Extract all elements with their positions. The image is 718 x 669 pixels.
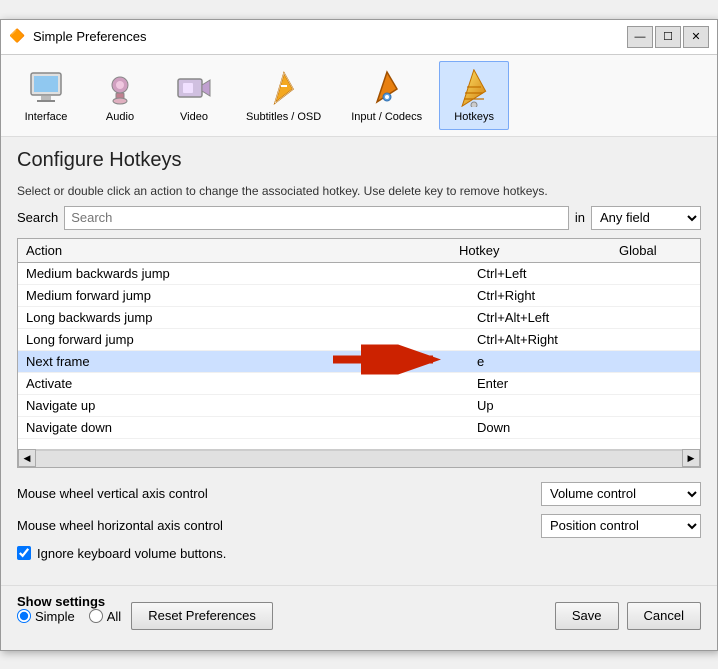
horizontal-control-row: Mouse wheel horizontal axis control Posi… — [17, 514, 701, 538]
title-bar-left: 🔶 Simple Preferences — [9, 28, 146, 46]
toolbar-video-label: Video — [180, 111, 208, 123]
hotkeys-table: Action Hotkey Global Medium backwards ju… — [17, 238, 701, 468]
all-radio-label[interactable]: All — [107, 609, 121, 624]
toolbar: Interface Audio Video — [1, 55, 717, 137]
checkbox-row: Ignore keyboard volume buttons. — [17, 546, 701, 561]
toolbar-subtitles-label: Subtitles / OSD — [246, 111, 321, 123]
title-bar: 🔶 Simple Preferences — ☐ ✕ — [1, 20, 717, 55]
toolbar-audio[interactable]: Audio — [85, 61, 155, 130]
audio-icon — [100, 68, 140, 108]
radio-all: All — [89, 609, 121, 624]
simple-radio[interactable] — [17, 609, 31, 623]
toolbar-interface-label: Interface — [25, 111, 68, 123]
minimize-button[interactable]: — — [627, 26, 653, 48]
horizontal-control-dropdown[interactable]: Position control Volume control No actio… — [541, 514, 701, 538]
video-icon — [174, 68, 214, 108]
search-in-label: in — [575, 210, 585, 225]
hscroll-track[interactable] — [36, 450, 682, 467]
row-hotkey: Ctrl+Left — [477, 266, 637, 281]
header-hotkey: Hotkey — [459, 243, 619, 258]
maximize-button[interactable]: ☐ — [655, 26, 681, 48]
close-button[interactable]: ✕ — [683, 26, 709, 48]
show-settings-section: Show settings Simple All — [17, 594, 121, 624]
cancel-button[interactable]: Cancel — [627, 602, 701, 630]
bottom-left: Show settings Simple All Reset Preferenc… — [17, 594, 273, 638]
search-row: Search in Any field Action Hotkey — [17, 206, 701, 230]
table-row[interactable]: Navigate down Down — [18, 417, 700, 439]
row-hotkey: Ctrl+Right — [477, 288, 637, 303]
table-body[interactable]: Medium backwards jump Ctrl+Left Medium f… — [18, 263, 700, 449]
toolbar-input-label: Input / Codecs — [351, 111, 422, 123]
vertical-control-row: Mouse wheel vertical axis control Volume… — [17, 482, 701, 506]
horizontal-scrollbar[interactable]: ◀ ▶ — [18, 449, 700, 467]
search-label: Search — [17, 210, 58, 225]
show-settings-label: Show settings — [17, 594, 105, 609]
simple-radio-label[interactable]: Simple — [35, 609, 75, 624]
save-button[interactable]: Save — [555, 602, 619, 630]
table-row[interactable]: Activate Enter — [18, 373, 700, 395]
row-action: Medium forward jump — [26, 288, 477, 303]
checkbox-label[interactable]: Ignore keyboard volume buttons. — [37, 546, 226, 561]
section-title: Configure Hotkeys — [17, 149, 701, 172]
toolbar-hotkeys[interactable]: Hotkeys — [439, 61, 509, 130]
main-window: 🔶 Simple Preferences — ☐ ✕ Interface — [0, 19, 718, 651]
toolbar-audio-label: Audio — [106, 111, 134, 123]
table-header: Action Hotkey Global — [18, 239, 700, 263]
row-hotkey: Ctrl+Alt+Right — [477, 332, 637, 347]
table-row[interactable]: Medium forward jump Ctrl+Right — [18, 285, 700, 307]
toolbar-subtitles[interactable]: Subtitles / OSD — [233, 61, 334, 130]
search-input[interactable] — [64, 206, 569, 230]
bottom-right: Save Cancel — [555, 602, 701, 630]
controls-section: Mouse wheel vertical axis control Volume… — [17, 482, 701, 561]
hscroll-right-button[interactable]: ▶ — [682, 449, 700, 467]
ignore-kb-checkbox[interactable] — [17, 546, 31, 560]
radio-simple: Simple — [17, 609, 75, 624]
table-row[interactable]: Long backwards jump Ctrl+Alt+Left — [18, 307, 700, 329]
vertical-control-dropdown[interactable]: Volume control Position control No actio… — [541, 482, 701, 506]
search-field-dropdown[interactable]: Any field Action Hotkey — [591, 206, 701, 230]
title-bar-controls: — ☐ ✕ — [627, 26, 709, 48]
row-hotkey: e — [477, 354, 637, 369]
subtitles-icon — [264, 68, 304, 108]
app-icon: 🔶 — [9, 28, 27, 46]
horizontal-control-label: Mouse wheel horizontal axis control — [17, 518, 541, 533]
table-row[interactable]: Medium backwards jump Ctrl+Left — [18, 263, 700, 285]
row-action: Navigate up — [26, 398, 477, 413]
header-global: Global — [619, 243, 674, 258]
row-action: Long backwards jump — [26, 310, 477, 325]
toolbar-video[interactable]: Video — [159, 61, 229, 130]
row-action: Next frame — [26, 354, 477, 369]
toolbar-hotkeys-label: Hotkeys — [454, 111, 494, 123]
row-hotkey: Ctrl+Alt+Left — [477, 310, 637, 325]
input-icon — [367, 68, 407, 108]
row-action: Medium backwards jump — [26, 266, 477, 281]
table-row[interactable]: Long forward jump Ctrl+Alt+Right — [18, 329, 700, 351]
radio-row: Simple All — [17, 609, 121, 624]
all-radio[interactable] — [89, 609, 103, 623]
row-hotkey: Down — [477, 420, 637, 435]
header-action: Action — [26, 243, 459, 258]
hscroll-left-button[interactable]: ◀ — [18, 449, 36, 467]
header-scroll-space — [674, 243, 692, 258]
table-row-selected[interactable]: Next frame e — [18, 351, 700, 373]
hotkeys-icon — [454, 68, 494, 108]
bottom-bar: Show settings Simple All Reset Preferenc… — [1, 585, 717, 650]
instruction-text: Select or double click an action to chan… — [17, 184, 701, 198]
toolbar-interface[interactable]: Interface — [11, 61, 81, 130]
row-hotkey: Up — [477, 398, 637, 413]
main-content: Configure Hotkeys Select or double click… — [1, 137, 717, 585]
interface-icon — [26, 68, 66, 108]
row-action: Activate — [26, 376, 477, 391]
vertical-control-label: Mouse wheel vertical axis control — [17, 486, 541, 501]
reset-preferences-button[interactable]: Reset Preferences — [131, 602, 273, 630]
title-bar-title: Simple Preferences — [33, 29, 146, 44]
row-action: Long forward jump — [26, 332, 477, 347]
toolbar-input[interactable]: Input / Codecs — [338, 61, 435, 130]
table-row[interactable]: Navigate up Up — [18, 395, 700, 417]
row-hotkey: Enter — [477, 376, 637, 391]
row-action: Navigate down — [26, 420, 477, 435]
